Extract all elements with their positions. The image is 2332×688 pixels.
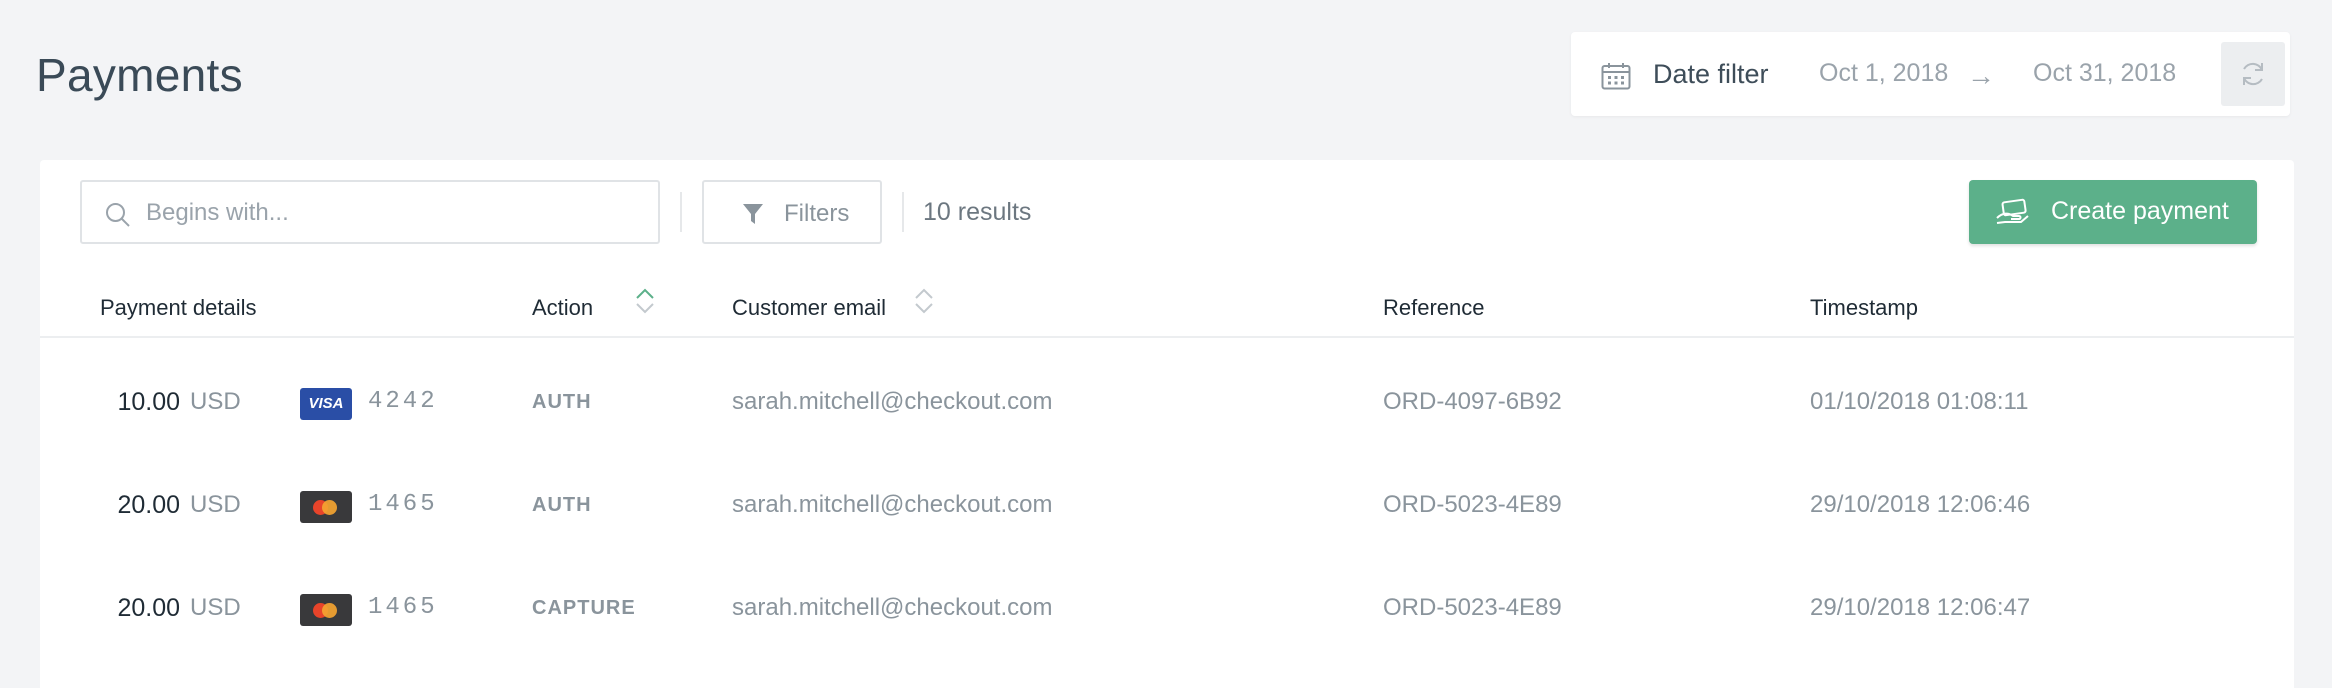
card-last4: 1465 [368,594,438,621]
calendar-icon [1601,63,1631,90]
sort-icon[interactable] [633,286,657,316]
table-header: Payment details Action Customer email Re… [40,270,2294,338]
visa-card-icon: VISA [300,388,352,420]
column-header-customer-email[interactable]: Customer email [732,295,886,321]
table-row[interactable]: 20.00 USD 1465 CAPTURE sarah.mitchell@ch… [40,556,2294,659]
mastercard-card-icon [300,491,352,523]
customer-email: sarah.mitchell@checkout.com [732,594,1053,621]
customer-email: sarah.mitchell@checkout.com [732,491,1053,518]
payment-currency: USD [190,491,241,518]
payment-hand-icon [1996,198,2029,224]
payment-action: AUTH [532,494,592,516]
search-box[interactable] [80,180,660,244]
results-count: 10 results [923,198,1032,226]
payment-currency: USD [190,594,241,621]
filter-icon [743,204,763,224]
date-from[interactable]: Oct 1, 2018 [1819,59,1948,88]
search-icon [106,203,130,227]
create-payment-label: Create payment [2051,197,2229,225]
divider [680,192,682,232]
payment-amount: 10.00 [117,388,180,416]
payment-timestamp: 29/10/2018 12:06:47 [1810,594,2031,621]
table-row[interactable]: 10.00 USD VISA 4242 AUTH sarah.mitchell@… [40,350,2294,453]
filters-button[interactable]: Filters [702,180,882,244]
customer-email: sarah.mitchell@checkout.com [732,388,1053,415]
payments-panel: Filters 10 results Create payment Paymen… [40,160,2294,688]
card-last4: 1465 [368,491,438,518]
payment-timestamp: 29/10/2018 12:06:46 [1810,491,2031,518]
mastercard-card-icon [300,594,352,626]
payment-reference: ORD-5023-4E89 [1383,594,1562,621]
date-filter[interactable]: Date filter Oct 1, 2018 → Oct 31, 2018 [1571,32,2290,116]
arrow-right-icon: → [1967,60,1995,91]
column-header-payment-details: Payment details [100,295,257,320]
payment-action: CAPTURE [532,597,636,619]
column-header-action[interactable]: Action [532,295,593,321]
search-input[interactable] [146,194,626,232]
refresh-button[interactable] [2221,42,2285,106]
column-header-reference: Reference [1383,295,1485,320]
payment-timestamp: 01/10/2018 01:08:11 [1810,388,2029,415]
payment-amount: 20.00 [117,491,180,519]
sort-icon[interactable] [912,286,936,316]
card-last4: 4242 [368,388,438,415]
column-header-timestamp: Timestamp [1810,295,1918,320]
date-filter-label: Date filter [1653,59,1769,89]
divider [902,192,904,232]
refresh-icon [2243,62,2263,86]
payment-action: AUTH [532,391,592,413]
payment-reference: ORD-5023-4E89 [1383,491,1562,518]
payment-reference: ORD-4097-6B92 [1383,388,1562,415]
page-title: Payments [36,49,243,101]
payment-currency: USD [190,388,241,415]
filters-label: Filters [784,200,850,227]
payment-amount: 20.00 [117,594,180,622]
table-row[interactable]: 20.00 USD 1465 AUTH sarah.mitchell@check… [40,453,2294,556]
create-payment-button[interactable]: Create payment [1969,180,2257,244]
date-to[interactable]: Oct 31, 2018 [2033,59,2176,88]
